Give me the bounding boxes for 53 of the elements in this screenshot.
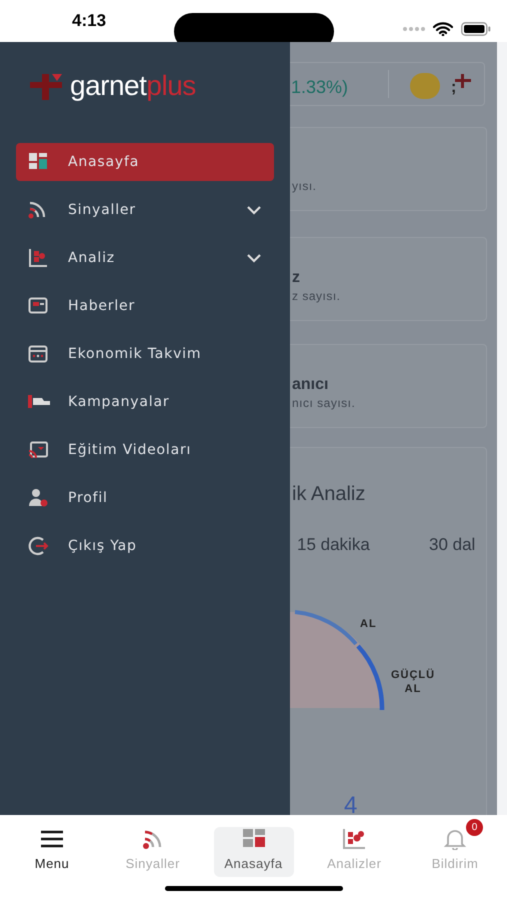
- menu-label: Kampanyalar: [68, 392, 170, 412]
- drawer-nav-item[interactable]: Sinyaller: [16, 191, 274, 229]
- card-subtitle: nıcı sayısı.: [292, 395, 356, 412]
- ticker-change: 1.33%): [291, 76, 348, 99]
- grid-icon: [28, 152, 50, 172]
- menu-label: Haberler: [68, 296, 136, 316]
- drawer-nav-item[interactable]: Profil: [16, 479, 274, 517]
- newspaper-icon: [28, 296, 50, 316]
- chevron-down-icon[interactable]: [246, 253, 262, 263]
- gauge-label: GÜÇLÜ AL: [390, 668, 436, 696]
- signal-icon: [403, 25, 425, 33]
- notification-badge: 0: [466, 819, 483, 836]
- user-icon: [28, 488, 50, 508]
- menu-label: Çıkış Yap: [68, 536, 138, 556]
- menu-label: Profil: [68, 488, 109, 508]
- ticker-separator: ;: [451, 78, 456, 98]
- chart-icon: [28, 248, 50, 268]
- bell-icon: [443, 828, 467, 850]
- status-time: 4:13: [72, 10, 106, 32]
- drawer-nav-item[interactable]: Kampanyalar: [16, 383, 274, 421]
- card-title: z: [292, 268, 300, 288]
- calendar-icon: [28, 344, 50, 364]
- card-title: anıcı: [292, 375, 328, 395]
- chevron-down-icon[interactable]: [246, 205, 262, 215]
- menu-label: Anasayfa: [68, 152, 140, 172]
- card-subtitle: z sayısı.: [292, 288, 341, 305]
- period-tab[interactable]: 30 dal: [429, 532, 476, 558]
- logo-icon: [455, 74, 471, 88]
- tab-bar-item[interactable]: Anasayfa: [214, 827, 294, 877]
- section-title: ik Analiz: [292, 482, 366, 507]
- menu-label: Analiz: [68, 248, 116, 268]
- battery-icon: [461, 22, 491, 36]
- menu-label: Ekonomik Takvim: [68, 344, 202, 364]
- gauge-label: AL: [360, 617, 377, 632]
- drawer-nav-item[interactable]: Haberler: [16, 287, 274, 325]
- grid-icon: [242, 828, 266, 850]
- logo-text: garnetplus: [70, 72, 196, 100]
- wifi-icon: [433, 22, 453, 36]
- drawer-nav-item[interactable]: Ekonomik Takvim: [16, 335, 274, 373]
- card-subtitle: yısı.: [292, 178, 317, 195]
- logout-icon: [28, 536, 50, 556]
- chart-icon: [342, 828, 366, 850]
- period-tab[interactable]: 15 dakika: [297, 532, 370, 558]
- menu-label: Eğitim Videoları: [68, 440, 192, 460]
- gauge-value: 4: [344, 796, 358, 815]
- menu-label: Sinyaller: [68, 200, 137, 220]
- drawer-nav-item[interactable]: Eğitim Videoları: [16, 431, 274, 469]
- drawer-nav-item[interactable]: Anasayfa: [16, 143, 274, 181]
- coin-icon: [410, 73, 440, 99]
- video-icon: [28, 440, 50, 460]
- drawer-nav-item[interactable]: Çıkış Yap: [16, 527, 274, 565]
- tab-bar-item[interactable]: Menu: [12, 827, 92, 877]
- drawer-nav-item[interactable]: Analiz: [16, 239, 274, 277]
